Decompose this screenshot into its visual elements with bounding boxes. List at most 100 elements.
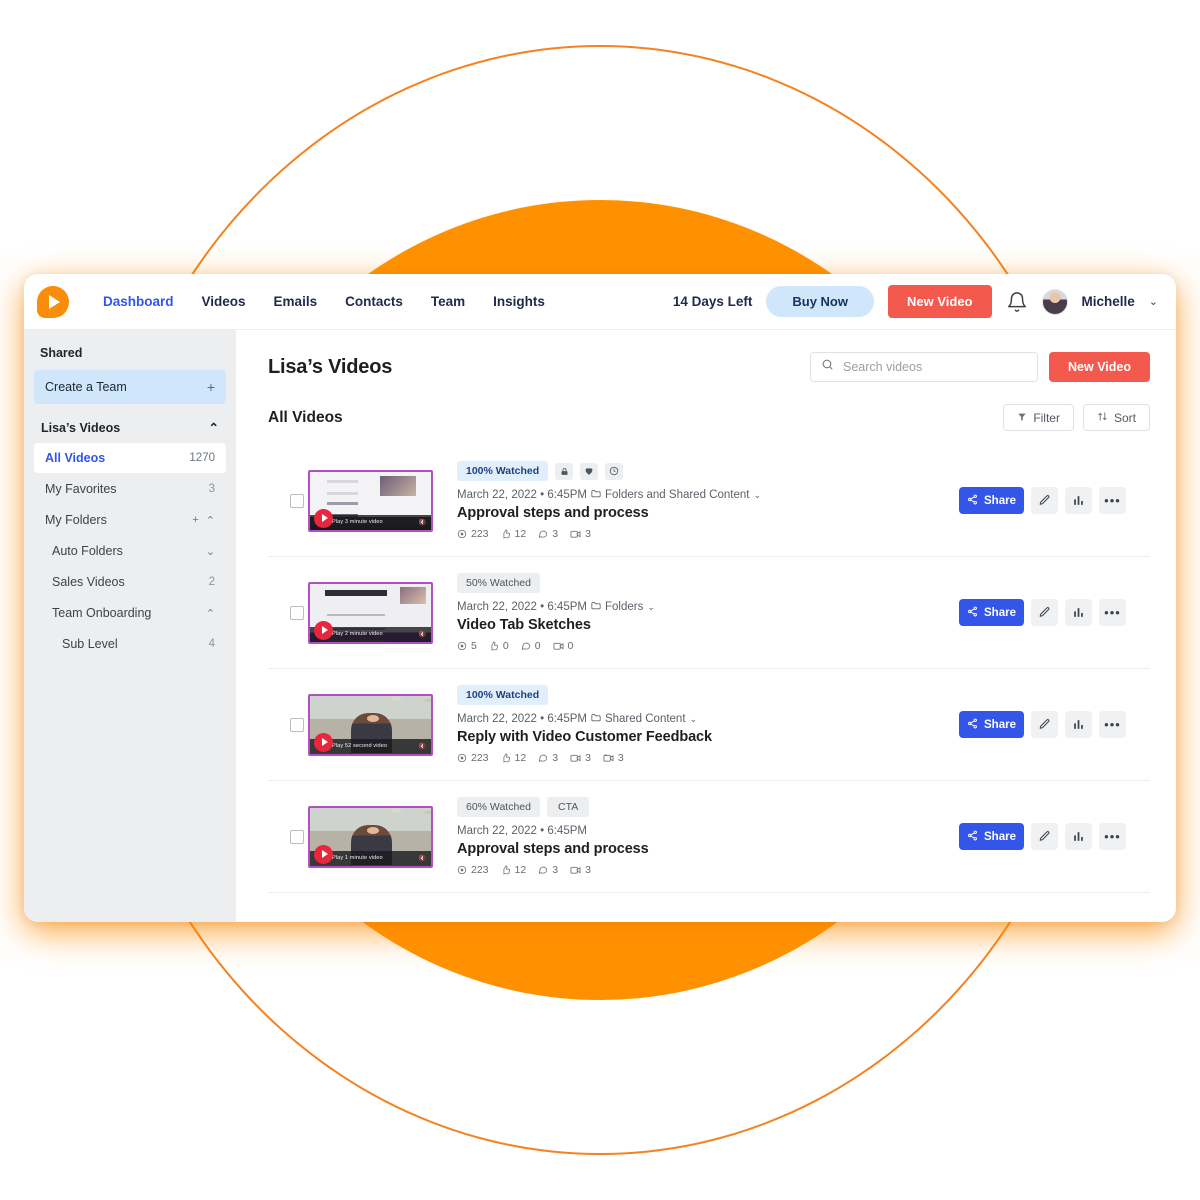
- sidebar-item-sub-level[interactable]: Sub Level 4: [34, 629, 226, 659]
- stat-likes: 12: [501, 864, 526, 876]
- chevron-down-icon[interactable]: ⌄: [647, 602, 655, 613]
- video-row[interactable]: Play 3 minute video 🔇 100% Watched March 22…: [268, 445, 1150, 557]
- mute-icon[interactable]: 🔇: [419, 631, 426, 638]
- nav-link-contacts[interactable]: Contacts: [345, 294, 403, 309]
- videos-icon: [570, 753, 581, 763]
- chevron-down-icon[interactable]: ⌄: [1149, 295, 1158, 308]
- share-button[interactable]: Share: [959, 823, 1024, 850]
- more-options-button[interactable]: •••: [1099, 711, 1126, 738]
- play-button[interactable]: [314, 620, 333, 640]
- likes-icon: [501, 753, 511, 763]
- video-row[interactable]: Play 52 second video 🔇 100% Watched March 2…: [268, 669, 1150, 781]
- sidebar-item-team-onboarding[interactable]: Team Onboarding ⌃: [34, 598, 226, 628]
- edit-button[interactable]: [1031, 711, 1058, 738]
- stat-comments-value: 3: [552, 752, 559, 764]
- video-row[interactable]: Play 1 minute video 🔇 60% Watched CTA March …: [268, 781, 1150, 893]
- sidebar-item-sales-videos[interactable]: Sales Videos 2: [34, 567, 226, 597]
- share-button[interactable]: Share: [959, 711, 1024, 738]
- buy-now-button[interactable]: Buy Now: [766, 286, 874, 317]
- analytics-button[interactable]: [1065, 711, 1092, 738]
- more-options-button[interactable]: •••: [1099, 823, 1126, 850]
- video-title[interactable]: Approval steps and process: [457, 505, 959, 521]
- play-button[interactable]: [314, 844, 333, 864]
- more-options-button[interactable]: •••: [1099, 487, 1126, 514]
- video-thumbnail[interactable]: Play 2 minute video 🔇: [308, 581, 433, 644]
- nav-link-team[interactable]: Team: [431, 294, 465, 309]
- share-button[interactable]: Share: [959, 599, 1024, 626]
- comments-icon: [538, 865, 548, 875]
- share-icon: [967, 718, 978, 732]
- edit-button[interactable]: [1031, 487, 1058, 514]
- video-title[interactable]: Video Tab Sketches: [457, 617, 959, 633]
- vidyard-logo-icon[interactable]: [37, 285, 69, 318]
- play-button[interactable]: [314, 508, 333, 528]
- mute-icon[interactable]: 🔇: [419, 519, 426, 526]
- row-checkbox[interactable]: [290, 829, 304, 844]
- video-folder[interactable]: Folders and Shared Content: [605, 489, 749, 501]
- stat-views-value: 5: [471, 640, 477, 652]
- search-input[interactable]: [843, 360, 1028, 374]
- play-label: Play 1 minute video: [332, 855, 383, 861]
- notifications-bell-icon[interactable]: [1006, 291, 1028, 313]
- share-button[interactable]: Share: [959, 487, 1024, 514]
- video-title[interactable]: Approval steps and process: [457, 841, 959, 857]
- video-thumbnail[interactable]: Play 52 second video 🔇: [308, 693, 433, 756]
- plus-icon[interactable]: +: [192, 514, 198, 526]
- chevron-up-icon[interactable]: ⌃: [206, 514, 215, 527]
- play-button[interactable]: [314, 732, 333, 752]
- analytics-button[interactable]: [1065, 487, 1092, 514]
- mute-icon[interactable]: 🔇: [419, 855, 426, 862]
- stat-likes-value: 0: [502, 640, 509, 652]
- stat-comments: 0: [521, 640, 541, 652]
- row-checkbox[interactable]: [290, 605, 304, 620]
- chevron-up-icon[interactable]: ⌃: [206, 607, 215, 620]
- share-label: Share: [984, 606, 1016, 619]
- video-stats: 5 0 0 0: [457, 640, 959, 652]
- sidebar-item-auto-folders[interactable]: Auto Folders ⌄: [34, 536, 226, 566]
- analytics-button[interactable]: [1065, 599, 1092, 626]
- video-folder[interactable]: Folders: [605, 601, 643, 613]
- share-icon: [967, 830, 978, 844]
- row-checkbox[interactable]: [290, 493, 304, 508]
- chevron-up-icon[interactable]: ⌃: [209, 420, 219, 435]
- new-video-button-main[interactable]: New Video: [1049, 352, 1150, 382]
- user-avatar[interactable]: [1041, 288, 1068, 315]
- more-options-button[interactable]: •••: [1099, 599, 1126, 626]
- share-icon: [967, 606, 978, 620]
- lock-icon[interactable]: [555, 462, 574, 480]
- video-row[interactable]: Play 2 minute video 🔇 50% Watched March 22,…: [268, 557, 1150, 669]
- video-title[interactable]: Reply with Video Customer Feedback: [457, 729, 959, 745]
- sort-button[interactable]: Sort: [1082, 404, 1150, 431]
- nav-link-dashboard[interactable]: Dashboard: [103, 294, 174, 309]
- search-videos-box[interactable]: [810, 352, 1039, 382]
- sidebar-item-label: All Videos: [45, 451, 106, 465]
- video-info: 50% Watched March 22, 2022 • 6:45PM Folder…: [433, 573, 959, 652]
- plus-icon[interactable]: +: [207, 379, 215, 395]
- row-select-cell: [268, 605, 308, 620]
- edit-button[interactable]: [1031, 823, 1058, 850]
- chevron-down-icon[interactable]: ⌄: [753, 490, 761, 501]
- row-checkbox[interactable]: [290, 717, 304, 732]
- video-stats: 223 12 3 3 3: [457, 752, 959, 764]
- video-thumbnail[interactable]: Play 1 minute video 🔇: [308, 805, 433, 868]
- stat-comments: 3: [538, 528, 558, 540]
- chevron-down-icon[interactable]: ⌄: [206, 545, 215, 558]
- new-video-button-top[interactable]: New Video: [887, 285, 992, 318]
- sidebar-item-my-favorites[interactable]: My Favorites 3: [34, 474, 226, 504]
- filter-button[interactable]: Filter: [1003, 404, 1074, 431]
- nav-link-emails[interactable]: Emails: [274, 294, 318, 309]
- video-thumbnail[interactable]: Play 3 minute video 🔇: [308, 469, 433, 532]
- edit-button[interactable]: [1031, 599, 1058, 626]
- nav-link-videos[interactable]: Videos: [202, 294, 246, 309]
- analytics-button[interactable]: [1065, 823, 1092, 850]
- sidebar-item-all-videos[interactable]: All Videos 1270: [34, 443, 226, 473]
- create-a-team-button[interactable]: Create a Team +: [34, 370, 226, 404]
- clock-icon[interactable]: [605, 462, 624, 480]
- sidebar-section-lisas-videos[interactable]: Lisa’s Videos ⌃: [34, 404, 226, 443]
- sidebar-item-my-folders[interactable]: My Folders + ⌃: [34, 505, 226, 535]
- mute-icon[interactable]: 🔇: [419, 743, 426, 750]
- nav-link-insights[interactable]: Insights: [493, 294, 545, 309]
- heart-icon[interactable]: [580, 462, 599, 480]
- video-folder[interactable]: Shared Content: [605, 713, 686, 725]
- chevron-down-icon[interactable]: ⌄: [690, 714, 698, 725]
